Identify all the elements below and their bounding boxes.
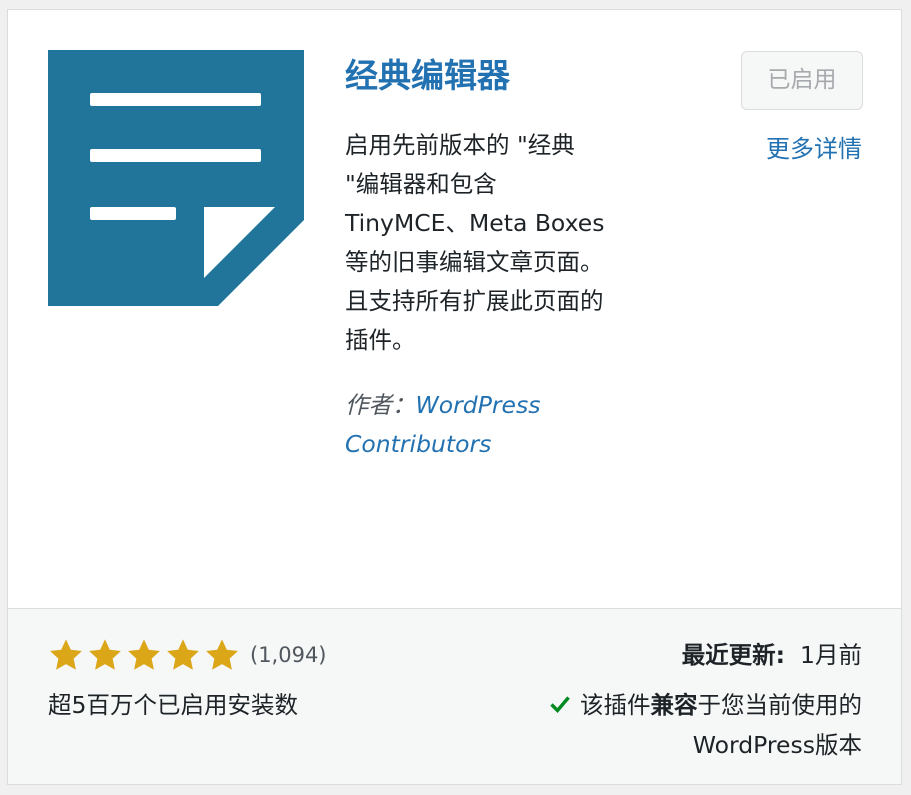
plugin-document-icon[interactable] — [48, 50, 304, 306]
star-filled-icon — [89, 639, 121, 670]
plugin-author: 作者：WordPress Contributors — [345, 386, 585, 464]
author-prefix: 作者： — [345, 391, 416, 419]
compatibility-notice: 该插件兼容于您当前使用的WordPress版本 — [502, 685, 862, 765]
plugin-name-text[interactable]: 经典编辑器 — [345, 56, 510, 95]
last-updated-label: 最近更新: — [681, 641, 786, 669]
plugin-description: 启用先前版本的 "经典 "编辑器和包含 TinyMCE、Meta Boxes 等… — [345, 131, 605, 354]
plugin-name[interactable]: 经典编辑器 — [345, 54, 510, 98]
star-filled-icon — [128, 639, 160, 670]
compat-before: 该插件 — [580, 691, 651, 719]
star-filled-icon — [50, 639, 82, 670]
document-icon — [48, 50, 304, 306]
star-filled-icon — [167, 639, 199, 670]
last-updated: 最近更新: 1月前 — [682, 633, 862, 677]
active-installs: 超5百万个已启用安装数 — [48, 691, 298, 719]
last-updated-value: 1月前 — [800, 641, 862, 669]
active-button[interactable]: 已启用 — [741, 51, 863, 110]
more-details-link[interactable]: 更多详情 — [766, 130, 862, 168]
compat-after: 于您当前使用的WordPress版本 — [692, 691, 862, 759]
compat-bold: 兼容 — [650, 691, 698, 719]
checkmark-icon — [550, 696, 570, 714]
plugin-card: 经典编辑器 启用先前版本的 "经典 "编辑器和包含 TinyMCE、Meta B… — [7, 9, 902, 785]
plugin-card-bottom: (1,094) 超5百万个已启用安装数 最近更新: 1月前 该插件兼容于您当前使… — [8, 608, 901, 784]
plugin-card-top: 经典编辑器 启用先前版本的 "经典 "编辑器和包含 TinyMCE、Meta B… — [8, 10, 901, 608]
rating-count[interactable]: (1,094) — [250, 643, 327, 667]
star-rating: (1,094) — [48, 633, 327, 677]
star-filled-icon — [206, 639, 238, 670]
